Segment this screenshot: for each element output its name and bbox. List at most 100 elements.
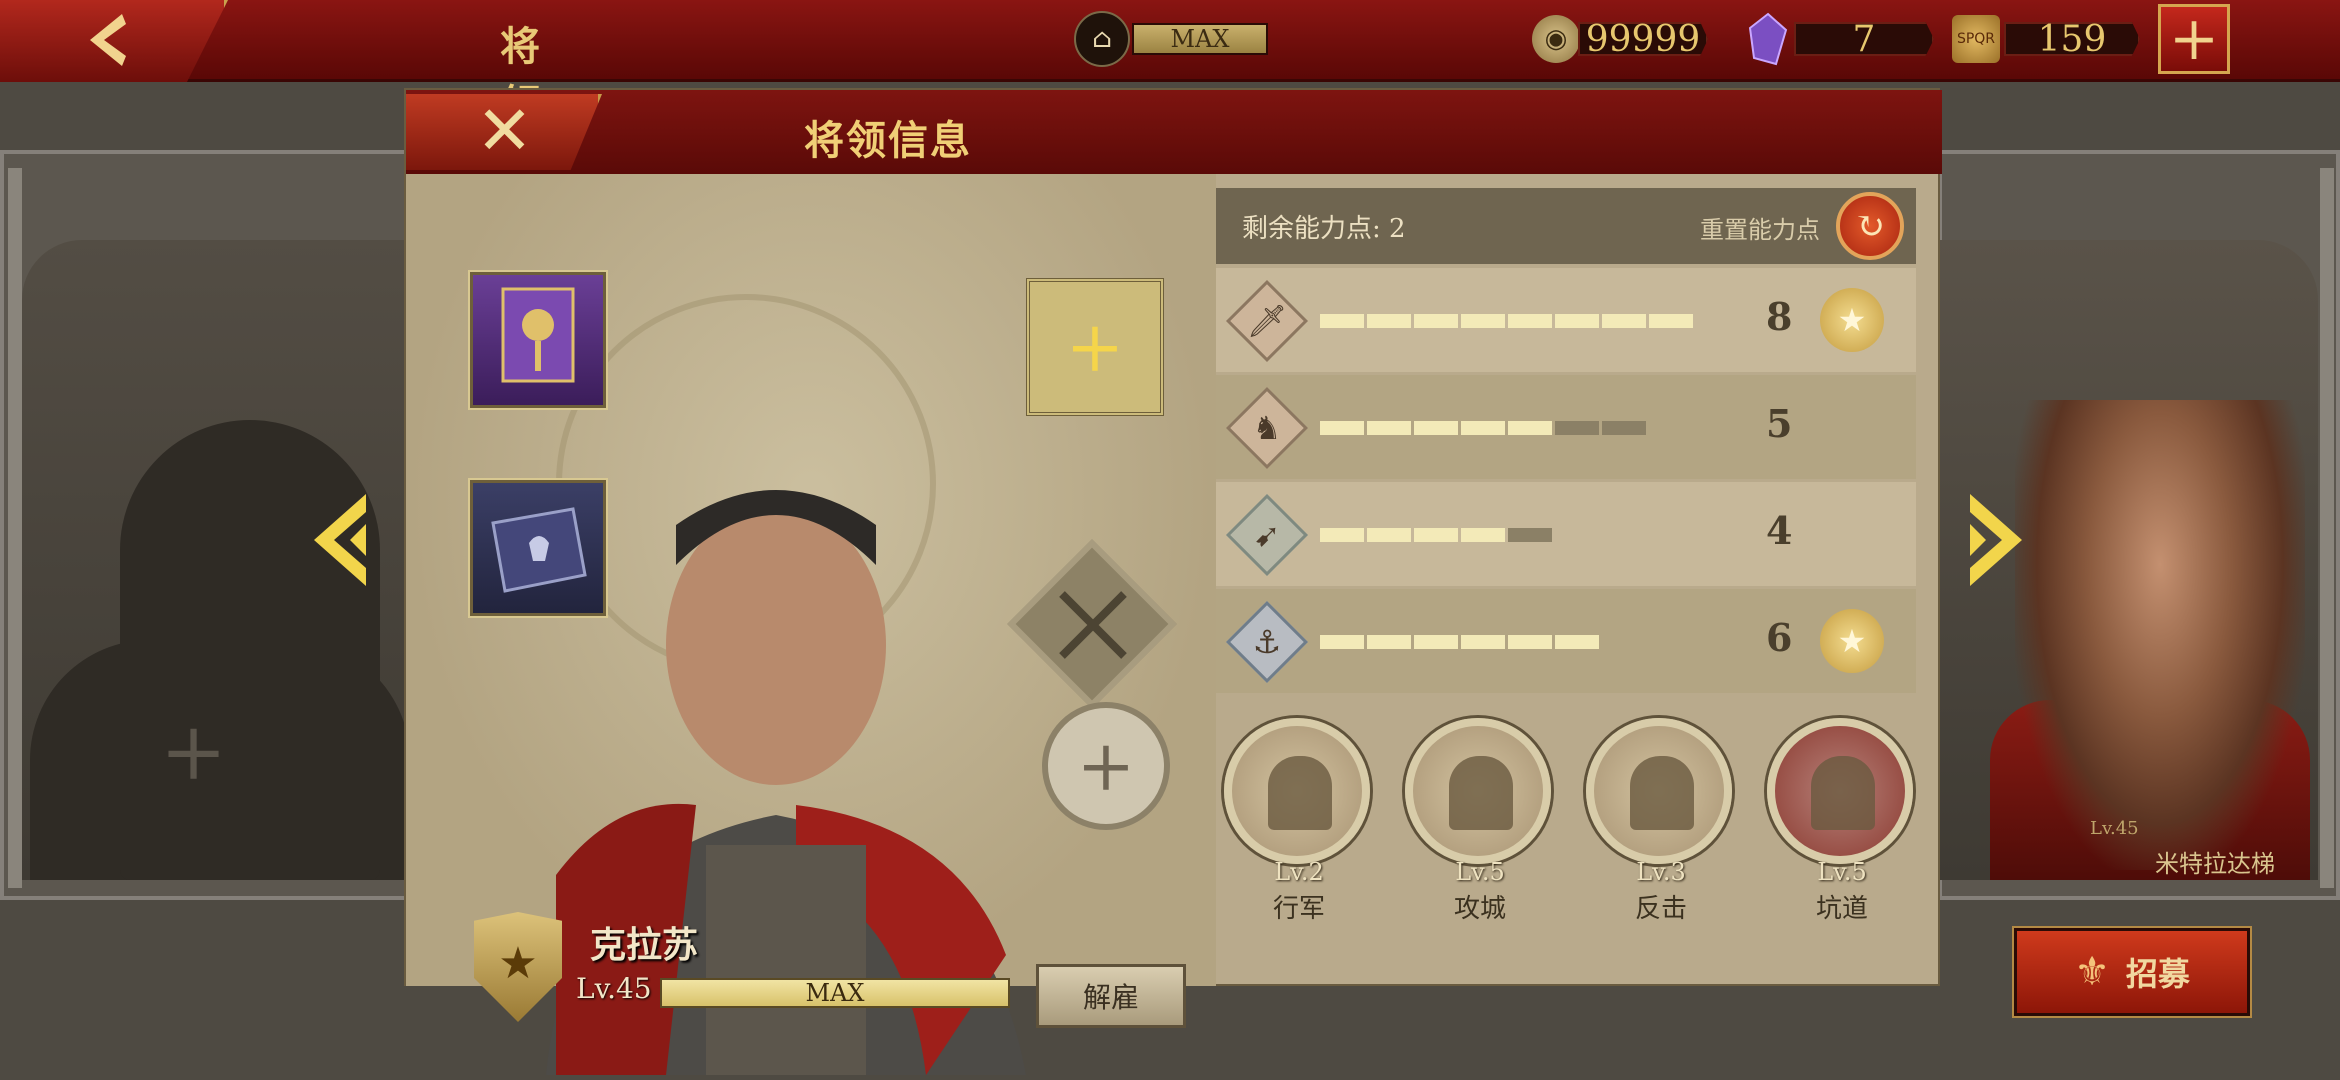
skill-figure (1811, 756, 1875, 830)
dialog-title: 将领信息 (804, 117, 972, 164)
chevron-left-icon (90, 14, 126, 66)
close-button[interactable]: ✕ (406, 94, 602, 170)
refresh-icon: ↻ (1854, 205, 1886, 247)
skill-march[interactable]: Lv.2 行军 (1224, 718, 1374, 924)
skill-level: Lv.3 (1636, 858, 1686, 886)
dialog-header: ✕ 将领信息 (406, 90, 1942, 174)
skill-counterattack[interactable]: Lv.3 反击 (1586, 718, 1736, 924)
tunnel-icon (1767, 718, 1913, 864)
ability-segment (1414, 421, 1458, 435)
ability-segment (1461, 635, 1505, 649)
ability-points-bar: 剩余能力点: 2 重置能力点 ↻ (1216, 188, 1916, 264)
ability-segment (1367, 421, 1411, 435)
ability-segment (1461, 528, 1505, 542)
skill-name: 行军 (1272, 894, 1325, 924)
top-bar: 将 领 ⌂ MAX ◉ 99999 7 SPQR 159 + (0, 0, 2340, 128)
ability-value: 4 (1766, 508, 1793, 553)
ability-segment (1320, 528, 1364, 542)
ability-segment (1367, 528, 1411, 542)
medal-counter[interactable]: SPQR 159 (1952, 15, 2140, 63)
ability-segment (1555, 421, 1599, 435)
skill-name: 攻城 (1453, 894, 1506, 924)
gold-value: 99999 (1578, 22, 1708, 56)
dismiss-button[interactable]: 解雇 (1036, 964, 1186, 1028)
add-general-icon: + (160, 705, 228, 798)
column-left (8, 168, 22, 888)
ability-segment (1508, 314, 1552, 328)
ability-segment (1414, 314, 1458, 328)
column-right (2320, 168, 2334, 888)
skill-level: Lv.5 (1455, 858, 1505, 886)
ability-segment (1508, 421, 1552, 435)
equipment-slot[interactable]: + (1026, 278, 1164, 416)
helmet-plus-icon: ⚜ (2074, 949, 2110, 995)
siege-icon (1405, 718, 1551, 864)
ability-segment (1555, 635, 1599, 649)
buy-resources-button[interactable]: + (2158, 4, 2230, 74)
reset-points-button[interactable]: ↻ (1836, 192, 1904, 260)
gem-counter[interactable]: 7 (1746, 12, 1934, 66)
ability-segment (1320, 314, 1364, 328)
skill-name: 反击 (1634, 894, 1687, 924)
neighbor-general-name: 米特拉达梯 (2155, 850, 2275, 878)
ability-segment (1414, 635, 1458, 649)
bow-icon: ➹ (1225, 493, 1309, 577)
crystal-icon (1748, 12, 1788, 66)
legion-banner-slot[interactable] (470, 272, 606, 408)
empty-general-silhouette[interactable] (120, 420, 380, 880)
gold-counter[interactable]: ◉ 99999 (1532, 15, 1708, 63)
plus-icon: + (2168, 4, 2220, 74)
ability-row-bow[interactable]: ➹ 4 (1216, 482, 1916, 586)
ability-value: 5 (1766, 401, 1793, 446)
temple-icon: ⌂ (1074, 11, 1130, 67)
ability-row-horse[interactable]: ♞ 5 (1216, 375, 1916, 479)
ability-segment (1367, 314, 1411, 328)
ability-segment (1414, 528, 1458, 542)
ability-segment (1320, 421, 1364, 435)
add-skill-slot[interactable]: + (1042, 702, 1170, 830)
previous-general-arrow-icon[interactable] (308, 490, 368, 590)
anchor-icon: ⚓ (1225, 600, 1309, 684)
gem-value: 7 (1794, 22, 1934, 56)
laurel-medal-icon: ★ (1820, 288, 1884, 352)
ability-segment (1461, 314, 1505, 328)
horse-icon: ♞ (1225, 386, 1309, 470)
skill-name: 坑道 (1815, 894, 1868, 924)
banner-icon (501, 287, 575, 383)
ability-value: 6 (1766, 615, 1793, 660)
general-name: 克拉苏 (590, 924, 699, 966)
spqr-emblem-icon: SPQR (1952, 15, 2000, 63)
ability-segment (1508, 528, 1552, 542)
next-general-arrow-icon[interactable] (1968, 490, 2028, 590)
ability-segment (1367, 635, 1411, 649)
ability-segment (1602, 421, 1646, 435)
ability-segment (1320, 635, 1364, 649)
medal-value: 159 (2004, 22, 2140, 56)
crossed-swords-icon (1059, 591, 1127, 659)
experience-bar: MAX (660, 978, 1010, 1008)
recruit-button[interactable]: ⚜ 招募 (2012, 926, 2252, 1018)
ability-segment (1461, 421, 1505, 435)
neighbor-general-portrait[interactable] (2015, 400, 2305, 870)
laurel-medal-icon: ★ (1820, 609, 1884, 673)
ability-segment (1602, 314, 1646, 328)
building-level-value: MAX (1132, 23, 1268, 55)
general-info-dialog: ✕ 将领信息 + 天赋 + ★ 克拉苏 Lv.45 MAX 解雇 剩余能力点: … (404, 88, 1942, 1075)
skill-tunnel[interactable]: Lv.5 坑道 (1767, 718, 1917, 924)
ability-row-anchor[interactable]: ⚓ 6 ★ (1216, 589, 1916, 693)
recruit-label: 招募 (2125, 955, 2190, 993)
remaining-points-label: 剩余能力点: 2 (1242, 214, 1406, 244)
building-level-display: ⌂ MAX (1074, 11, 1268, 67)
eye-of-horus-icon: + (1065, 306, 1125, 388)
ability-row-sword[interactable]: 🗡 8 ★ (1216, 268, 1916, 372)
general-level: Lv.45 (576, 972, 652, 1005)
ability-value: 8 (1766, 294, 1793, 339)
coin-icon: ◉ (1532, 15, 1580, 63)
skill-figure (1449, 756, 1513, 830)
skill-level: Lv.2 (1274, 858, 1324, 886)
ability-segment (1649, 314, 1693, 328)
ability-segment (1508, 635, 1552, 649)
neighbor-general-level: Lv.45 (2090, 818, 2139, 839)
back-button[interactable] (0, 0, 228, 82)
skill-siege[interactable]: Lv.5 攻城 (1405, 718, 1555, 924)
